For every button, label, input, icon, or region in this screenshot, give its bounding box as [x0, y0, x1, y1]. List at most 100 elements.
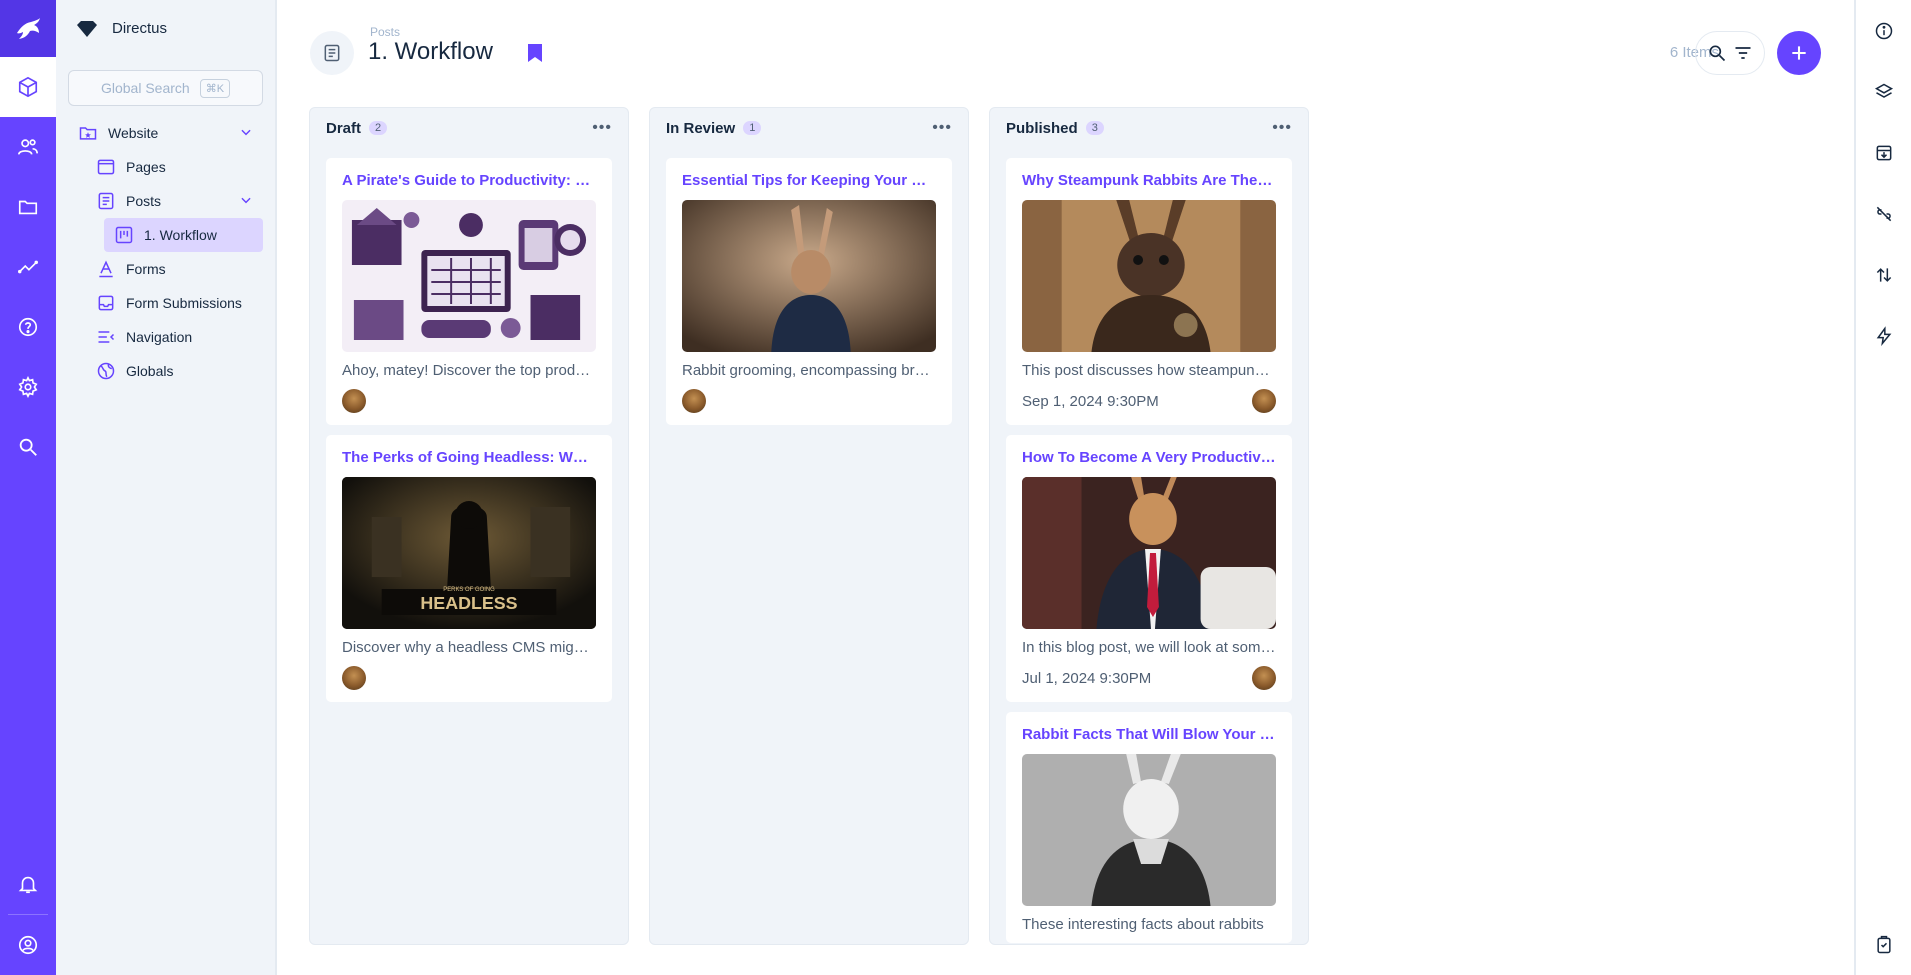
files-module-icon[interactable]	[0, 177, 56, 237]
flows-bolt-icon[interactable]	[1856, 305, 1911, 366]
kanban-column-in-review: In Review 1 ••• Essential Tips for Keepi…	[649, 107, 969, 945]
card-description: In this blog post, we will look at some …	[1022, 639, 1276, 656]
archive-icon[interactable]	[1856, 122, 1911, 183]
column-title: In Review	[666, 119, 736, 137]
page-header: Posts 1. Workflow 6 Items	[278, 0, 1853, 105]
page-title: 1. Workflow	[368, 38, 493, 65]
link-off-icon[interactable]	[1856, 183, 1911, 244]
chevron-down-icon[interactable]	[239, 125, 253, 142]
collection-list: Website Pages Posts 1. Workflow Forms Fo…	[56, 116, 275, 388]
clipboard-icon[interactable]	[1856, 914, 1911, 975]
kanban-column-draft: Draft 2 ••• A Pirate's Guide to Producti…	[309, 107, 629, 945]
nav-item-label: Navigation	[126, 329, 193, 345]
kanban-card[interactable]: How To Become A Very Productive Rabbit I…	[1006, 435, 1292, 702]
globe-icon	[96, 361, 116, 381]
card-title[interactable]: Why Steampunk Rabbits Are The Future	[1022, 172, 1276, 192]
avatar	[682, 389, 706, 413]
users-module-icon[interactable]	[0, 117, 56, 177]
nav-item-workflow[interactable]: 1. Workflow	[104, 218, 263, 252]
more-horizontal-icon[interactable]: •••	[1272, 119, 1292, 137]
card-description: Discover why a headless CMS might be rig…	[342, 639, 596, 656]
card-title[interactable]: Essential Tips for Keeping Your Bunny Cl…	[682, 172, 936, 192]
module-bar	[0, 0, 56, 975]
card-date: Sep 1, 2024 9:30PM	[1022, 392, 1159, 410]
search-filter-pill[interactable]	[1695, 31, 1765, 75]
kanban-board: Draft 2 ••• A Pirate's Guide to Producti…	[309, 107, 1309, 945]
layers-icon[interactable]	[1856, 61, 1911, 122]
search-placeholder: Global Search	[100, 80, 190, 96]
import-export-icon[interactable]	[1856, 244, 1911, 305]
filter-icon[interactable]	[1733, 43, 1753, 63]
avatar	[1252, 666, 1276, 690]
card-title[interactable]: Rabbit Facts That Will Blow Your Mind	[1022, 726, 1276, 746]
column-count-badge: 1	[743, 121, 762, 135]
kanban-card[interactable]: The Perks of Going Headless: Why a headl…	[326, 435, 612, 702]
card-description: Ahoy, matey! Discover the top productivi…	[342, 362, 596, 379]
card-description: Rabbit grooming, encompassing brushing a…	[682, 362, 936, 379]
card-footer	[342, 664, 596, 692]
card-title[interactable]: How To Become A Very Productive Rabbit	[1022, 449, 1276, 469]
column-header: Published 3 •••	[1006, 108, 1292, 148]
account-icon[interactable]	[0, 915, 56, 975]
more-horizontal-icon[interactable]: •••	[592, 119, 612, 137]
info-icon[interactable]	[1856, 0, 1911, 61]
article-icon	[324, 44, 340, 62]
kanban-card[interactable]: Rabbit Facts That Will Blow Your Mind Th…	[1006, 712, 1292, 943]
column-header: Draft 2 •••	[326, 108, 612, 148]
directus-logo-icon[interactable]	[0, 0, 56, 57]
sidebar	[1854, 0, 1911, 975]
folder-star-icon	[78, 123, 98, 143]
nav-item-forms[interactable]: Forms	[56, 252, 275, 286]
menu-open-icon	[96, 327, 116, 347]
svg-text:HEADLESS: HEADLESS	[420, 593, 517, 613]
bookmark-icon[interactable]	[527, 43, 543, 68]
card-date: Jul 1, 2024 9:30PM	[1022, 669, 1152, 687]
inbox-icon	[96, 293, 116, 313]
kanban-card[interactable]: A Pirate's Guide to Productivity: Workin…	[326, 158, 612, 425]
nav-item-pages[interactable]: Pages	[56, 150, 275, 184]
nav-item-navigation[interactable]: Navigation	[56, 320, 275, 354]
article-icon	[96, 191, 116, 211]
kanban-icon	[114, 225, 134, 245]
nav-item-form-submissions[interactable]: Form Submissions	[56, 286, 275, 320]
kanban-card[interactable]: Essential Tips for Keeping Your Bunny Cl…	[666, 158, 952, 425]
insights-module-icon[interactable]	[0, 237, 56, 297]
nav-item-website[interactable]: Website	[56, 116, 275, 150]
more-horizontal-icon[interactable]: •••	[932, 119, 952, 137]
search-icon[interactable]	[1707, 43, 1727, 63]
settings-gear-icon[interactable]	[0, 357, 56, 417]
nav-item-globals[interactable]: Globals	[56, 354, 275, 388]
nav-item-posts[interactable]: Posts	[56, 184, 275, 218]
chevron-down-icon[interactable]	[239, 193, 253, 210]
help-module-icon[interactable]	[0, 297, 56, 357]
card-description: This post discusses how steampunk rabbit…	[1022, 362, 1276, 379]
global-search-input[interactable]: Global Search ⌘K	[68, 70, 263, 106]
card-title[interactable]: A Pirate's Guide to Productivity: Workin…	[342, 172, 596, 192]
avatar	[342, 389, 366, 413]
content-module-icon[interactable]	[0, 57, 56, 117]
plus-icon	[1792, 46, 1806, 60]
navigation-pane: Directus Global Search ⌘K Website Pages …	[56, 0, 277, 975]
card-footer: Sep 1, 2024 9:30PM	[1022, 387, 1276, 415]
project-info[interactable]: Directus	[56, 0, 275, 57]
kanban-card[interactable]: Why Steampunk Rabbits Are The Future Thi…	[1006, 158, 1292, 425]
kanban-column-published: Published 3 ••• Why Steampunk Rabbits Ar…	[989, 107, 1309, 945]
search-module-icon[interactable]	[0, 417, 56, 477]
text-format-icon	[96, 259, 116, 279]
nav-item-label: Forms	[126, 261, 166, 277]
column-header: In Review 1 •••	[666, 108, 952, 148]
collection-icon-button[interactable]	[310, 31, 354, 75]
card-image-pirate-productivity	[342, 200, 596, 352]
column-title: Published	[1006, 119, 1078, 137]
notifications-bell-icon[interactable]	[0, 854, 56, 914]
nav-item-label: Form Submissions	[126, 295, 242, 311]
search-shortcut: ⌘K	[199, 78, 231, 98]
add-item-button[interactable]	[1777, 31, 1821, 75]
card-title[interactable]: The Perks of Going Headless: Why a headl…	[342, 449, 596, 469]
card-footer: Jul 1, 2024 9:30PM	[1022, 664, 1276, 692]
column-count-badge: 3	[1085, 121, 1104, 135]
nav-item-label: Website	[108, 125, 159, 141]
breadcrumb[interactable]: Posts	[370, 25, 400, 39]
card-image-rabbit-sketch	[1022, 754, 1276, 906]
svg-text:PERKS OF GOING: PERKS OF GOING	[443, 587, 495, 593]
